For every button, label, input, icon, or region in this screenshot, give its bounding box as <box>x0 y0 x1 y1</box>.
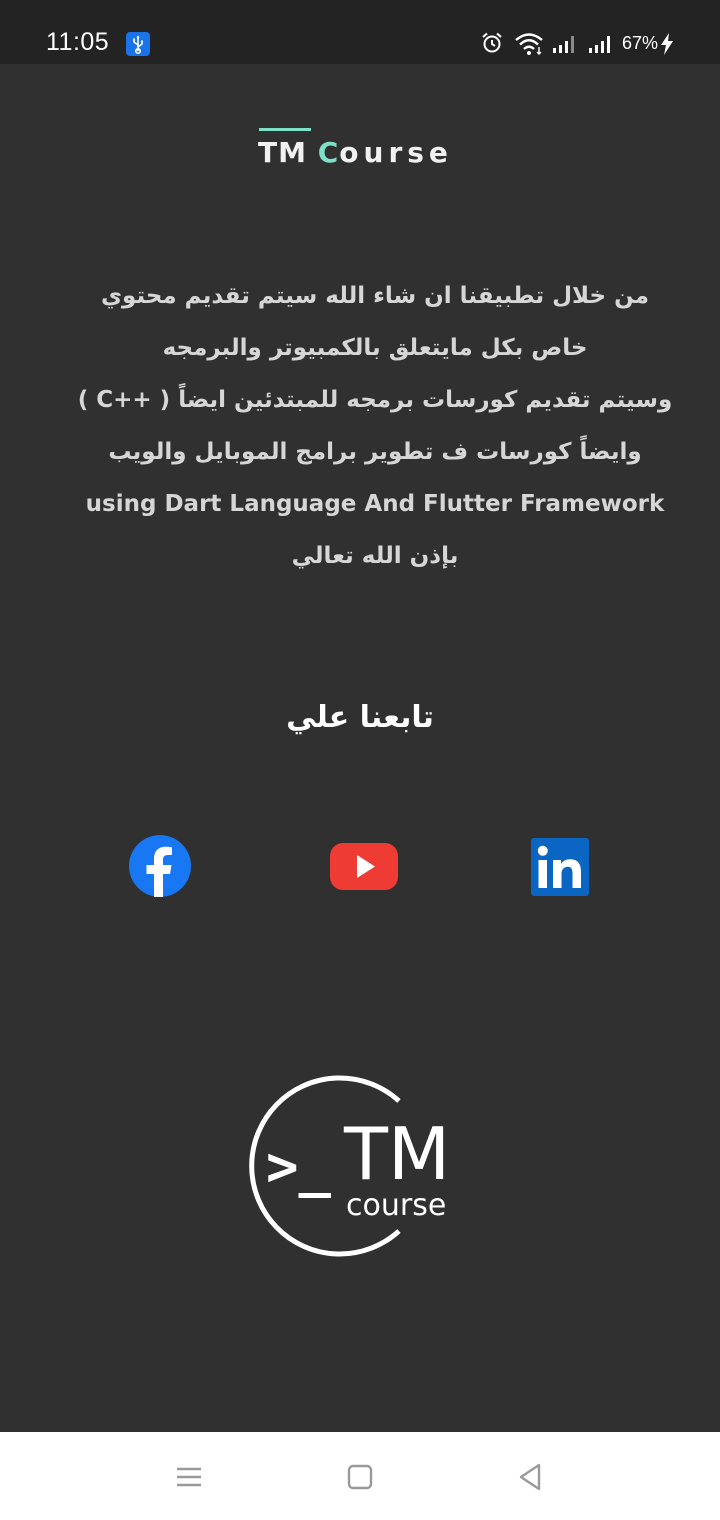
wifi-icon <box>514 32 544 56</box>
youtube-icon[interactable] <box>330 834 398 898</box>
charging-bolt-icon <box>660 33 674 55</box>
intro-line: وسيتم تقديم كورسات برمجه للمبتدئين ايضاً… <box>77 387 673 413</box>
brand-title: TM Course <box>258 128 468 172</box>
signal-icon <box>588 34 612 54</box>
intro-line: بإذن الله تعالي <box>291 543 459 569</box>
linkedin-icon[interactable] <box>531 838 589 896</box>
intro-line: using Dart Language And Flutter Framewor… <box>85 491 665 517</box>
intro-line: خاص بكل مايتعلق بالكمبيوتر والبرمجه <box>162 335 588 361</box>
brand-rest: ourse <box>339 136 453 169</box>
status-time: 11:05 <box>46 28 110 56</box>
follow-us-title: تابعنا علي <box>286 700 434 735</box>
intro-line: من خلال تطبيقنا ان شاء الله سيتم تقديم م… <box>100 283 650 309</box>
home-square-icon[interactable] <box>343 1460 377 1494</box>
brand-accent-line <box>259 128 311 131</box>
battery-percent: 67% <box>622 33 659 53</box>
logo-course: course <box>346 1188 446 1223</box>
logo-prompt: >_ <box>266 1135 332 1198</box>
intro-text: من خلال تطبيقنا ان شاء الله سيتم تقديم م… <box>60 270 690 582</box>
signal-icon <box>552 34 576 54</box>
brand-c-letter: C <box>317 136 340 169</box>
menu-icon[interactable] <box>172 1460 206 1494</box>
intro-line: وايضاً كورسات ف تطوير برامج الموبايل وال… <box>108 439 642 465</box>
status-bar: 11:05 67% <box>0 0 720 64</box>
brand-tm: TM <box>258 136 307 169</box>
facebook-icon[interactable] <box>128 834 192 898</box>
back-triangle-icon[interactable] <box>514 1460 548 1494</box>
system-nav-bar <box>0 1432 720 1520</box>
logo-tm: TM <box>343 1112 450 1196</box>
usb-icon <box>126 32 150 56</box>
tm-course-logo: >_ TM course <box>234 1073 464 1263</box>
alarm-icon <box>481 32 503 54</box>
